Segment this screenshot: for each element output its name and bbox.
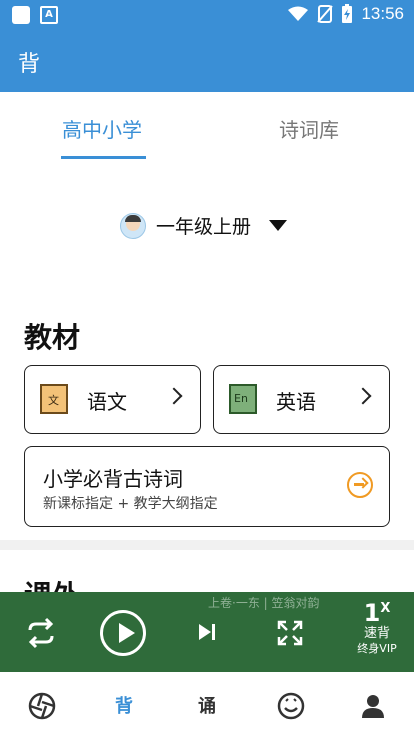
book-icon: 文 <box>40 384 68 414</box>
english-label: 英语 <box>276 390 316 414</box>
book-icon-text: 文 <box>48 394 59 407</box>
grade-label: 一年级上册 <box>156 216 252 238</box>
wifi-icon <box>288 6 309 21</box>
a-icon: A <box>40 6 58 24</box>
section-divider <box>0 540 414 550</box>
textbook-section-title: 教材 <box>24 321 81 354</box>
tab-bar: 高中小学 诗词库 <box>0 92 414 162</box>
nav-read-aloud[interactable]: 诵 <box>192 692 222 718</box>
book-icon: En <box>229 384 257 414</box>
chinese-card[interactable]: 文 语文 <box>24 365 201 434</box>
english-card[interactable]: En 英语 <box>213 365 390 434</box>
person-icon[interactable] <box>358 692 388 720</box>
chinese-label: 语文 <box>87 390 127 414</box>
arrow-circle-right-icon <box>347 472 373 498</box>
play-button[interactable] <box>100 610 146 656</box>
no-sim-icon <box>317 5 334 23</box>
skip-next-icon[interactable] <box>197 622 217 642</box>
now-playing-text: 上卷·一东 | 笠翁对韵 <box>208 596 320 610</box>
caret-down-icon <box>269 220 288 231</box>
status-bar: A 13:56 <box>0 0 414 30</box>
battery-charging-icon <box>342 4 353 23</box>
app-bar: 背 <box>0 30 414 92</box>
nav-recite[interactable]: 背 <box>109 692 139 718</box>
speed-control[interactable]: 1X 速背 终身VIP <box>352 596 402 656</box>
repeat-icon[interactable] <box>24 616 58 650</box>
status-time: 13:56 <box>361 4 404 23</box>
chevron-right-icon <box>354 387 372 405</box>
must-recite-title: 小学必背古诗词 <box>43 467 183 491</box>
chevron-right-icon <box>165 387 183 405</box>
tab-poetry-library[interactable]: 诗词库 <box>279 114 339 143</box>
aperture-icon[interactable] <box>27 692 57 720</box>
smile-icon[interactable] <box>276 692 306 720</box>
tab-indicator <box>61 156 146 159</box>
speed-suffix: X <box>380 601 391 616</box>
square-icon <box>12 6 30 24</box>
tab-primary-school[interactable]: 高中小学 <box>62 114 142 143</box>
extracurricular-section-title: 课外 <box>24 574 80 594</box>
must-recite-subtitle: 新课标指定 + 教学大纲指定 <box>43 496 218 512</box>
speed-label: 速背 <box>363 626 390 641</box>
expand-icon[interactable] <box>277 620 303 646</box>
vip-label: 终身VIP <box>357 642 397 655</box>
speed-value: 1 <box>363 599 381 627</box>
must-recite-card[interactable]: 小学必背古诗词 新课标指定 + 教学大纲指定 <box>24 446 390 527</box>
avatar <box>120 212 146 239</box>
grade-selector[interactable]: 一年级上册 <box>120 212 288 239</box>
book-icon-text: En <box>234 392 248 405</box>
audio-player: 上卷·一东 | 笠翁对韵 1X 速背 终身VIP <box>0 592 414 672</box>
bottom-nav: 背 诵 <box>0 672 414 737</box>
app-title: 背 <box>18 52 41 77</box>
